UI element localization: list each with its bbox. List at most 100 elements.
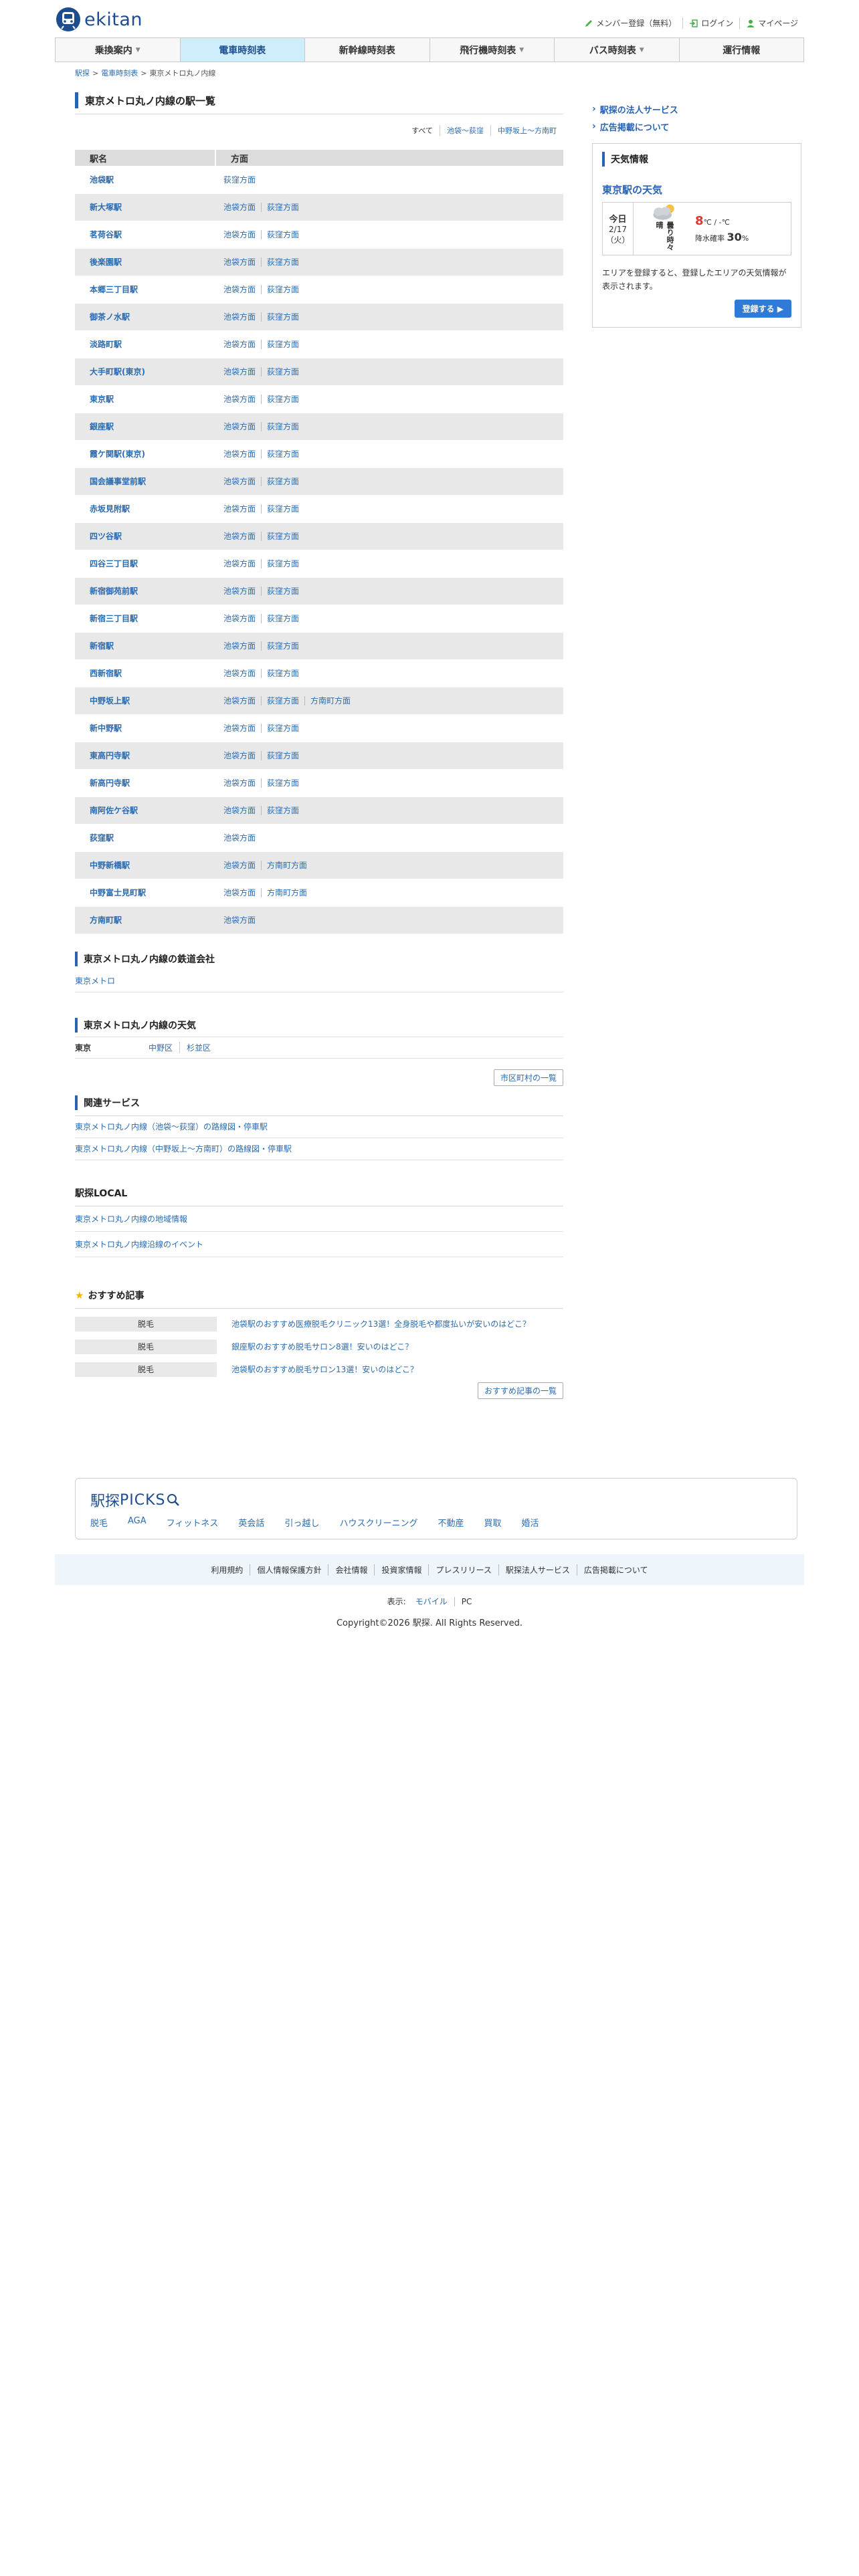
direction-link[interactable]: 池袋方面: [223, 257, 261, 267]
direction-link[interactable]: 荻窪方面: [261, 367, 305, 377]
station-name-link[interactable]: 中野富士見町駅: [75, 879, 215, 907]
picks-category-link[interactable]: 引っ越し: [284, 1516, 319, 1529]
direction-link[interactable]: 荻窪方面: [261, 257, 305, 267]
station-name-link[interactable]: 茗荷谷駅: [75, 221, 215, 249]
direction-link[interactable]: 方南町方面: [261, 861, 313, 870]
footer-link[interactable]: 個人情報保護方針: [250, 1564, 328, 1576]
station-name-link[interactable]: 新宿三丁目駅: [75, 605, 215, 633]
picks-category-link[interactable]: 不動産: [438, 1516, 464, 1529]
direction-link[interactable]: 方南町方面: [304, 696, 357, 706]
direction-link[interactable]: 池袋方面: [223, 888, 261, 897]
direction-link[interactable]: 池袋方面: [223, 203, 261, 212]
member-register-link[interactable]: メンバー登録（無料）: [578, 17, 682, 29]
direction-link[interactable]: 方南町方面: [261, 888, 313, 897]
local-info-link[interactable]: 東京メトロ丸ノ内線の地域情報: [75, 1213, 187, 1224]
weather-ward-suginami[interactable]: 杉並区: [179, 1041, 211, 1053]
station-name-link[interactable]: 四谷三丁目駅: [75, 550, 215, 578]
station-name-link[interactable]: 本郷三丁目駅: [75, 276, 215, 304]
nav-operation-info[interactable]: 運行情報: [678, 38, 803, 62]
direction-link[interactable]: 池袋方面: [223, 285, 261, 294]
direction-link[interactable]: 荻窪方面: [261, 422, 305, 431]
display-mobile-link[interactable]: モバイル: [409, 1596, 454, 1607]
direction-link[interactable]: 荻窪方面: [261, 230, 305, 239]
direction-link[interactable]: 池袋方面: [223, 395, 261, 404]
station-name-link[interactable]: 赤坂見附駅: [75, 495, 215, 523]
direction-link[interactable]: 荻窪方面: [261, 641, 305, 651]
site-logo[interactable]: ekitan: [55, 4, 142, 35]
picks-category-link[interactable]: 婚活: [521, 1516, 539, 1529]
mypage-link[interactable]: マイページ: [739, 17, 804, 29]
direction-link[interactable]: 池袋方面: [223, 532, 261, 541]
station-name-link[interactable]: 池袋駅: [75, 166, 215, 194]
direction-link[interactable]: 荻窪方面: [261, 778, 305, 788]
article-link[interactable]: 池袋駅のおすすめ医療脱毛クリニック13選！全身脱毛や都度払いが安いのはどこ？: [231, 1318, 531, 1329]
city-list-button[interactable]: 市区町村の一覧: [493, 1069, 563, 1086]
direction-link[interactable]: 池袋方面: [223, 559, 261, 568]
station-name-link[interactable]: 中野坂上駅: [75, 687, 215, 715]
direction-link[interactable]: 荻窪方面: [261, 559, 305, 568]
station-name-link[interactable]: 荻窪駅: [75, 824, 215, 852]
station-name-link[interactable]: 東京駅: [75, 385, 215, 413]
station-name-link[interactable]: 東高円寺駅: [75, 742, 215, 770]
nav-bus[interactable]: バス時刻表 ▼: [554, 38, 679, 62]
direction-link[interactable]: 池袋方面: [223, 669, 261, 678]
direction-link[interactable]: 池袋方面: [223, 696, 261, 706]
station-name-link[interactable]: 大手町駅(東京): [75, 358, 215, 386]
direction-link[interactable]: 荻窪方面: [261, 340, 305, 349]
footer-link[interactable]: 利用規約: [204, 1564, 250, 1576]
station-name-link[interactable]: 新宿駅: [75, 632, 215, 660]
picks-category-link[interactable]: 英会話: [238, 1516, 264, 1529]
direction-link[interactable]: 池袋方面: [223, 312, 261, 322]
station-name-link[interactable]: 淡路町駅: [75, 330, 215, 358]
direction-link[interactable]: 池袋方面: [223, 778, 261, 788]
direction-link[interactable]: 荻窪方面: [261, 203, 305, 212]
article-list-button[interactable]: おすすめ記事の一覧: [477, 1382, 563, 1399]
direction-link[interactable]: 池袋方面: [223, 477, 261, 486]
local-event-link[interactable]: 東京メトロ丸ノ内線沿線のイベント: [75, 1239, 203, 1250]
direction-link[interactable]: 荻窪方面: [261, 532, 305, 541]
direction-link[interactable]: 池袋方面: [223, 861, 261, 870]
side-link-corporate[interactable]: › 駅探の法人サービス: [592, 100, 801, 118]
register-area-button[interactable]: 登録する ▶: [734, 300, 791, 318]
nav-transfer[interactable]: 乗換案内 ▼: [56, 38, 180, 62]
direction-link[interactable]: 池袋方面: [223, 724, 261, 733]
direction-link[interactable]: 池袋方面: [223, 422, 261, 431]
direction-link[interactable]: 荻窪方面: [223, 175, 261, 185]
direction-link[interactable]: 池袋方面: [223, 806, 261, 815]
picks-category-link[interactable]: 買取: [484, 1516, 501, 1529]
direction-link[interactable]: 池袋方面: [223, 340, 261, 349]
direction-link[interactable]: 池袋方面: [223, 504, 261, 514]
direction-link[interactable]: 池袋方面: [223, 586, 261, 596]
weather-station-link[interactable]: 東京駅の天気: [602, 183, 791, 197]
filter-nakanosakaue-honancho[interactable]: 中野坂上〜方南町: [490, 125, 563, 136]
direction-link[interactable]: 池袋方面: [223, 449, 261, 459]
railway-company-link[interactable]: 東京メトロ: [75, 975, 115, 986]
station-name-link[interactable]: 南阿佐ケ谷駅: [75, 796, 215, 825]
direction-link[interactable]: 荻窪方面: [261, 449, 305, 459]
station-name-link[interactable]: 霞ケ関駅(東京): [75, 440, 215, 468]
direction-link[interactable]: 池袋方面: [223, 833, 261, 843]
picks-category-link[interactable]: AGA: [128, 1516, 147, 1529]
station-name-link[interactable]: 新大塚駅: [75, 193, 215, 221]
direction-link[interactable]: 池袋方面: [223, 367, 261, 377]
direction-link[interactable]: 荻窪方面: [261, 724, 305, 733]
picks-category-link[interactable]: フィットネス: [167, 1516, 219, 1529]
direction-link[interactable]: 荻窪方面: [261, 806, 305, 815]
direction-link[interactable]: 池袋方面: [223, 641, 261, 651]
station-name-link[interactable]: 新宿御苑前駅: [75, 577, 215, 605]
filter-ikebukuro-ogikubo[interactable]: 池袋〜荻窪: [440, 125, 490, 136]
article-link[interactable]: 池袋駅のおすすめ脱毛サロン13選！安いのはどこ？: [231, 1364, 418, 1375]
related-service-link[interactable]: 東京メトロ丸ノ内線（中野坂上〜方南町）の路線図・停車駅: [75, 1143, 292, 1154]
footer-link[interactable]: 広告掲載について: [576, 1564, 655, 1576]
station-name-link[interactable]: 方南町駅: [75, 906, 215, 934]
direction-link[interactable]: 荻窪方面: [261, 504, 305, 514]
filter-all[interactable]: すべて: [405, 125, 440, 136]
picks-category-link[interactable]: ハウスクリーニング: [339, 1516, 417, 1529]
direction-link[interactable]: 荻窪方面: [261, 669, 305, 678]
direction-link[interactable]: 荻窪方面: [261, 696, 305, 706]
footer-link[interactable]: 投資家情報: [374, 1564, 428, 1576]
station-name-link[interactable]: 銀座駅: [75, 413, 215, 441]
direction-link[interactable]: 荻窪方面: [261, 477, 305, 486]
station-name-link[interactable]: 四ツ谷駅: [75, 522, 215, 550]
station-name-link[interactable]: 後楽園駅: [75, 248, 215, 276]
